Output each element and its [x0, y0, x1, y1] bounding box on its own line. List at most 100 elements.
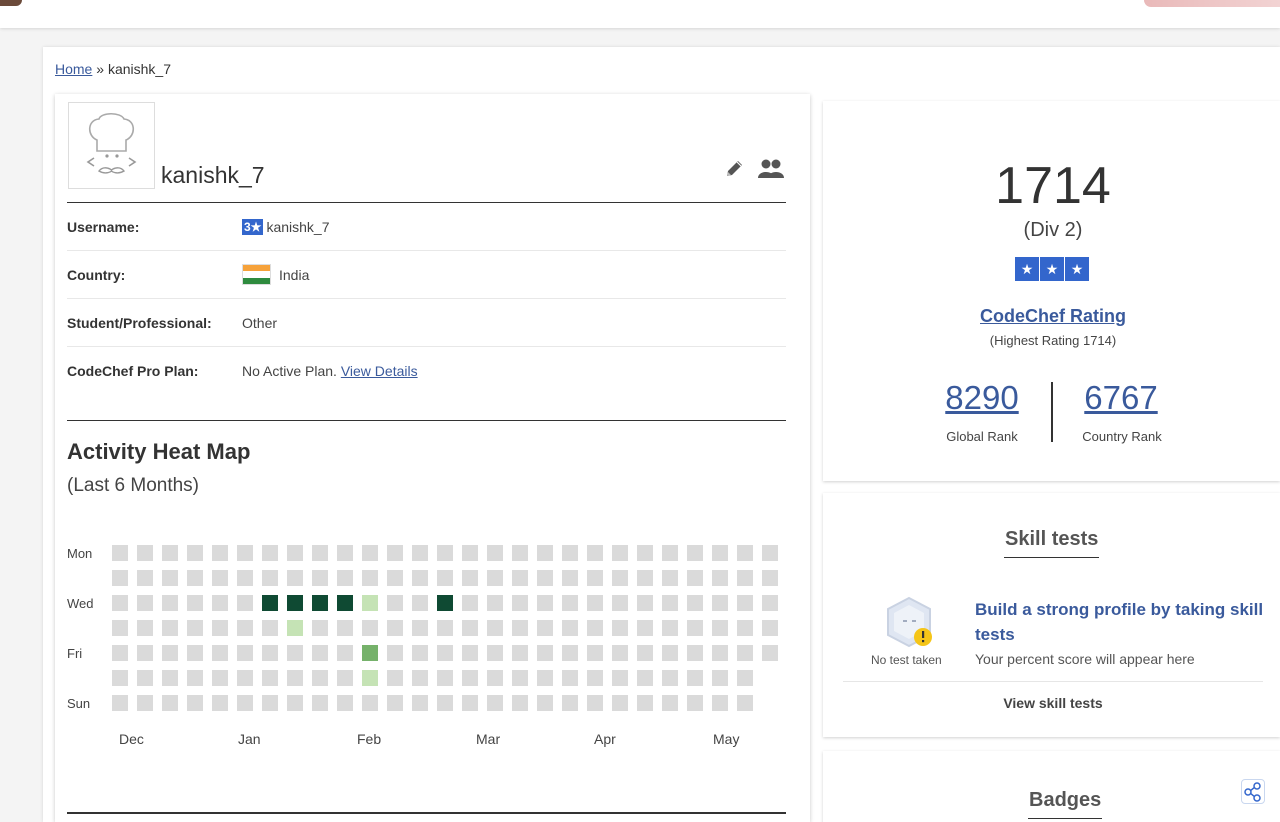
- heatmap-cell[interactable]: [137, 695, 153, 711]
- heatmap-cell[interactable]: [362, 620, 378, 636]
- heatmap-cell[interactable]: [412, 595, 428, 611]
- heatmap-cell[interactable]: [612, 695, 628, 711]
- heatmap-cell[interactable]: [512, 595, 528, 611]
- heatmap-cell[interactable]: [562, 645, 578, 661]
- heatmap-cell[interactable]: [537, 595, 553, 611]
- heatmap-cell[interactable]: [212, 670, 228, 686]
- friends-icon[interactable]: [757, 158, 785, 185]
- heatmap-cell[interactable]: [212, 620, 228, 636]
- heatmap-cell[interactable]: [637, 695, 653, 711]
- heatmap-cell[interactable]: [162, 570, 178, 586]
- heatmap-cell[interactable]: [162, 695, 178, 711]
- heatmap-cell[interactable]: [712, 670, 728, 686]
- heatmap-cell[interactable]: [212, 595, 228, 611]
- heatmap-cell[interactable]: [337, 545, 353, 561]
- heatmap-cell[interactable]: [437, 695, 453, 711]
- heatmap-cell[interactable]: [512, 570, 528, 586]
- heatmap-cell[interactable]: [187, 595, 203, 611]
- heatmap-cell[interactable]: [287, 570, 303, 586]
- heatmap-cell[interactable]: [337, 620, 353, 636]
- heatmap-cell[interactable]: [612, 645, 628, 661]
- heatmap-cell[interactable]: [412, 670, 428, 686]
- heatmap-cell[interactable]: [687, 545, 703, 561]
- heatmap-cell[interactable]: [637, 645, 653, 661]
- heatmap-cell[interactable]: [587, 695, 603, 711]
- heatmap-cell[interactable]: [462, 570, 478, 586]
- heatmap-cell[interactable]: [562, 670, 578, 686]
- heatmap-cell[interactable]: [612, 620, 628, 636]
- heatmap-cell[interactable]: [587, 595, 603, 611]
- heatmap-cell[interactable]: [737, 670, 753, 686]
- heatmap-cell[interactable]: [487, 695, 503, 711]
- heatmap-cell[interactable]: [737, 545, 753, 561]
- heatmap-cell[interactable]: [312, 695, 328, 711]
- heatmap-cell[interactable]: [637, 545, 653, 561]
- heatmap-cell[interactable]: [637, 670, 653, 686]
- heatmap-cell[interactable]: [737, 645, 753, 661]
- heatmap-cell[interactable]: [212, 695, 228, 711]
- heatmap-cell[interactable]: [437, 645, 453, 661]
- heatmap-cell[interactable]: [362, 670, 378, 686]
- navbar-action-button[interactable]: [1144, 0, 1280, 7]
- heatmap-cell[interactable]: [387, 695, 403, 711]
- heatmap-cell[interactable]: [162, 595, 178, 611]
- heatmap-cell[interactable]: [137, 595, 153, 611]
- heatmap-cell[interactable]: [487, 595, 503, 611]
- heatmap-cell[interactable]: [637, 570, 653, 586]
- heatmap-cell[interactable]: [262, 620, 278, 636]
- heatmap-cell[interactable]: [387, 670, 403, 686]
- heatmap-cell[interactable]: [437, 570, 453, 586]
- heatmap-cell[interactable]: [412, 570, 428, 586]
- share-button[interactable]: [1241, 779, 1265, 804]
- heatmap-cell[interactable]: [137, 645, 153, 661]
- heatmap-cell[interactable]: [437, 545, 453, 561]
- heatmap-cell[interactable]: [462, 545, 478, 561]
- heatmap-cell[interactable]: [337, 645, 353, 661]
- heatmap-cell[interactable]: [587, 570, 603, 586]
- heatmap-cell[interactable]: [112, 570, 128, 586]
- heatmap-cell[interactable]: [137, 620, 153, 636]
- heatmap-cell[interactable]: [112, 695, 128, 711]
- breadcrumb-home-link[interactable]: Home: [55, 61, 92, 77]
- heatmap-cell[interactable]: [487, 620, 503, 636]
- heatmap-cell[interactable]: [162, 670, 178, 686]
- heatmap-cell[interactable]: [212, 545, 228, 561]
- heatmap-cell[interactable]: [662, 645, 678, 661]
- heatmap-cell[interactable]: [487, 670, 503, 686]
- heatmap-cell[interactable]: [287, 595, 303, 611]
- skill-tests-headline[interactable]: Build a strong profile by taking skill t…: [975, 597, 1265, 647]
- heatmap-cell[interactable]: [287, 670, 303, 686]
- view-skill-tests-link[interactable]: View skill tests: [823, 695, 1280, 711]
- edit-profile-icon[interactable]: [723, 158, 745, 185]
- heatmap-cell[interactable]: [537, 620, 553, 636]
- heatmap-cell[interactable]: [312, 570, 328, 586]
- heatmap-cell[interactable]: [287, 695, 303, 711]
- heatmap-cell[interactable]: [112, 595, 128, 611]
- heatmap-cell[interactable]: [562, 595, 578, 611]
- heatmap-cell[interactable]: [112, 670, 128, 686]
- heatmap-cell[interactable]: [387, 570, 403, 586]
- heatmap-cell[interactable]: [587, 620, 603, 636]
- heatmap-cell[interactable]: [712, 620, 728, 636]
- heatmap-cell[interactable]: [487, 570, 503, 586]
- heatmap-cell[interactable]: [437, 620, 453, 636]
- heatmap-cell[interactable]: [162, 620, 178, 636]
- heatmap-cell[interactable]: [487, 645, 503, 661]
- heatmap-cell[interactable]: [712, 595, 728, 611]
- heatmap-cell[interactable]: [687, 645, 703, 661]
- view-details-link[interactable]: View Details: [341, 363, 418, 379]
- heatmap-cell[interactable]: [687, 620, 703, 636]
- global-rank-link[interactable]: 8290: [912, 379, 1052, 417]
- heatmap-cell[interactable]: [387, 595, 403, 611]
- heatmap-cell[interactable]: [312, 620, 328, 636]
- heatmap-cell[interactable]: [612, 570, 628, 586]
- heatmap-cell[interactable]: [537, 695, 553, 711]
- heatmap-cell[interactable]: [587, 545, 603, 561]
- heatmap-cell[interactable]: [762, 595, 778, 611]
- heatmap-cell[interactable]: [562, 695, 578, 711]
- heatmap-cell[interactable]: [312, 670, 328, 686]
- heatmap-cell[interactable]: [237, 645, 253, 661]
- heatmap-cell[interactable]: [587, 645, 603, 661]
- heatmap-cell[interactable]: [512, 545, 528, 561]
- heatmap-cell[interactable]: [237, 545, 253, 561]
